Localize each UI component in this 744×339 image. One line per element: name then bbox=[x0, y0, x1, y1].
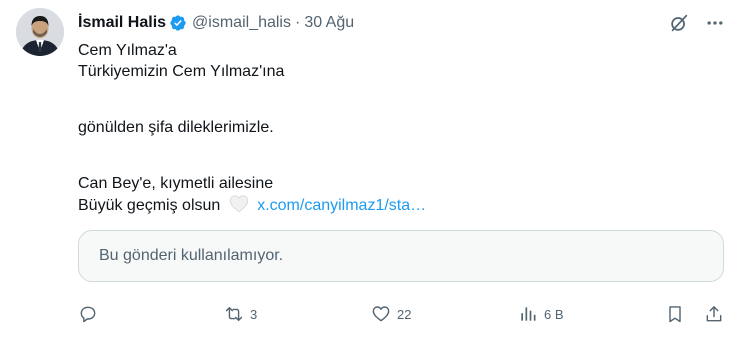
tweet-text: Cem Yılmaz'a Türkiyemizin Cem Yılmaz'ına… bbox=[78, 40, 426, 215]
tweet-line-with-link: Büyük geçmiş olsun x.com/canyilmaz1/sta… bbox=[78, 194, 426, 215]
bookmark-icon bbox=[669, 306, 681, 323]
tweet-link[interactable]: x.com/canyilmaz1/sta… bbox=[257, 197, 426, 214]
views-chart-icon bbox=[521, 307, 536, 321]
tweet-header: İsmail Halis @ismail_halis · 30 Ağu bbox=[78, 12, 354, 34]
share-icon bbox=[706, 306, 722, 322]
tweet-line: gönülden şifa dileklerimizle. bbox=[78, 119, 274, 136]
white-heart-icon bbox=[229, 194, 249, 219]
quoted-post-unavailable: Bu gönderi kullanılamıyor. bbox=[78, 230, 724, 282]
more-options-icon[interactable] bbox=[704, 12, 726, 34]
bookmark-button[interactable] bbox=[665, 302, 685, 326]
tweet-line: Büyük geçmiş olsun bbox=[78, 197, 221, 214]
retweet-icon bbox=[225, 307, 243, 321]
views-count: 6 B bbox=[544, 306, 564, 322]
grok-icon[interactable] bbox=[668, 12, 690, 34]
action-bar: 3 22 6 B bbox=[78, 302, 728, 326]
share-button[interactable] bbox=[704, 302, 724, 326]
views-button[interactable]: 6 B bbox=[518, 302, 564, 326]
heart-icon bbox=[372, 306, 390, 322]
author-name[interactable]: İsmail Halis bbox=[78, 14, 166, 32]
unavailable-text: Bu gönderi kullanılamıyor. bbox=[99, 247, 284, 264]
author-handle[interactable]: @ismail_halis bbox=[192, 14, 291, 32]
tweet[interactable]: İsmail Halis @ismail_halis · 30 Ağu Cem … bbox=[0, 0, 744, 339]
retweet-count: 3 bbox=[250, 306, 258, 322]
retweet-button[interactable]: 3 bbox=[224, 302, 257, 326]
like-button[interactable]: 22 bbox=[371, 302, 411, 326]
tweet-line: Can Bey'e, kıymetli ailesine bbox=[78, 175, 274, 192]
avatar[interactable] bbox=[16, 8, 64, 56]
verified-badge-icon[interactable] bbox=[169, 14, 187, 32]
reply-button[interactable] bbox=[78, 302, 104, 326]
tweet-line: Cem Yılmaz'a bbox=[78, 42, 177, 59]
tweet-date[interactable]: 30 Ağu bbox=[304, 14, 354, 32]
separator-dot: · bbox=[294, 14, 301, 31]
reply-icon bbox=[80, 306, 96, 323]
like-count: 22 bbox=[397, 306, 412, 322]
tweet-line: Türkiyemizin Cem Yılmaz'ına bbox=[78, 63, 285, 80]
